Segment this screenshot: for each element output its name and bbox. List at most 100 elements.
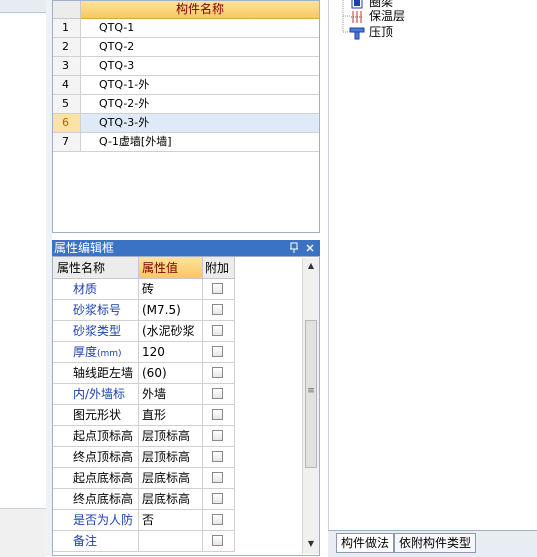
attach-checkbox[interactable] [212, 430, 223, 441]
component-name[interactable]: QTQ-3 [81, 57, 319, 76]
property-name-label: 起点顶标高 [73, 429, 134, 443]
property-name: 材质 [53, 279, 139, 300]
attach-checkbox[interactable] [212, 472, 223, 483]
property-name-header[interactable]: 属性名称 [53, 257, 139, 279]
component-name[interactable]: QTQ-2 [81, 38, 319, 57]
property-name-label: 砂浆标号 [73, 303, 122, 317]
component-row[interactable]: 1 QTQ-1 [53, 19, 319, 38]
tree-tab-bar: 构件做法 依附构件类型 [328, 530, 537, 557]
scroll-down-icon[interactable]: ▼ [303, 536, 319, 552]
attach-checkbox[interactable] [212, 388, 223, 399]
row-index: 4 [53, 76, 81, 95]
attach-checkbox[interactable] [212, 346, 223, 357]
left-panel-footer [0, 508, 46, 557]
close-icon[interactable] [304, 240, 316, 256]
property-row: 起点顶标高 层顶标高 [53, 426, 235, 447]
property-unit: (mm) [97, 349, 122, 359]
property-value[interactable]: 砖 [139, 279, 203, 300]
property-name: 终点底标高 [53, 489, 139, 510]
component-name[interactable]: Q-1虚墙[外墙] [81, 133, 319, 152]
property-name-label: 是否为人防 [73, 513, 134, 527]
component-name-column-header[interactable]: 构件名称 [81, 1, 319, 19]
property-name: 备注 [53, 531, 139, 552]
property-row: 备注 [53, 531, 235, 552]
component-list: 构件名称 1 QTQ-1 2 QTQ-2 3 QTQ-3 4 QTQ-1-外 5 QTQ-2-外 6… [52, 0, 320, 233]
property-value[interactable] [139, 531, 203, 552]
tab-component-method[interactable]: 构件做法 [336, 533, 395, 553]
property-name-label: 轴线距左墙 [73, 366, 134, 380]
tree-item-coping[interactable]: 压顶 [349, 24, 393, 40]
row-index: 3 [53, 57, 81, 76]
coping-icon [349, 26, 365, 40]
property-editor: 属性名称 属性值 附加 材质 砖砂浆标号 (M7.5) 砂浆类型 (水泥砂浆 厚度(mm)… [52, 256, 320, 556]
property-name: 砂浆标号 [53, 300, 139, 321]
property-extra-cell [203, 321, 235, 342]
property-value[interactable]: 120 [139, 342, 203, 363]
property-name-label: 材质 [73, 282, 98, 296]
property-value[interactable]: 层底标高 [139, 468, 203, 489]
property-value[interactable]: 否 [139, 510, 203, 531]
component-row[interactable]: 3 QTQ-3 [53, 57, 319, 76]
component-list-header: 构件名称 [53, 1, 319, 19]
property-name: 起点底标高 [53, 468, 139, 489]
attach-checkbox[interactable] [212, 283, 223, 294]
property-name-label: 起点底标高 [73, 471, 134, 485]
insulation-icon [349, 10, 365, 24]
component-tree: 圈梁 保温层 压顶 [328, 0, 537, 530]
component-row[interactable]: 4 QTQ-1-外 [53, 76, 319, 95]
row-index: 1 [53, 19, 81, 38]
attach-checkbox[interactable] [212, 304, 223, 315]
property-table-header: 属性名称 属性值 附加 [53, 257, 305, 279]
tree-item-label: 压顶 [369, 25, 394, 39]
property-row: 砂浆标号 (M7.5) [53, 300, 235, 321]
property-extra-cell [203, 531, 235, 552]
attach-checkbox[interactable] [212, 535, 223, 546]
property-value[interactable]: 外墙 [139, 384, 203, 405]
property-extra-cell [203, 426, 235, 447]
pin-icon[interactable] [288, 240, 300, 256]
property-name: 图元形状 [53, 405, 139, 426]
property-value[interactable]: (M7.5) [139, 300, 203, 321]
attach-checkbox[interactable] [212, 409, 223, 420]
left-panel [0, 0, 47, 556]
component-name[interactable]: QTQ-1 [81, 19, 319, 38]
component-name[interactable]: QTQ-3-外 [81, 114, 319, 133]
attach-checkbox[interactable] [212, 367, 223, 378]
component-name[interactable]: QTQ-1-外 [81, 76, 319, 95]
property-extra-cell [203, 300, 235, 321]
property-value[interactable]: (水泥砂浆 [139, 321, 203, 342]
property-value[interactable]: 层顶标高 [139, 426, 203, 447]
row-index: 6 [53, 114, 81, 133]
component-row[interactable]: 5 QTQ-2-外 [53, 95, 319, 114]
component-row[interactable]: 6 QTQ-3-外 [53, 114, 319, 133]
component-row[interactable]: 2 QTQ-2 [53, 38, 319, 57]
property-extra-header[interactable]: 附加 [203, 257, 235, 279]
property-value[interactable]: (60) [139, 363, 203, 384]
attach-checkbox[interactable] [212, 514, 223, 525]
property-value-header[interactable]: 属性值 [139, 257, 203, 279]
property-name-label: 终点顶标高 [73, 450, 134, 464]
scroll-thumb[interactable]: ≡ [305, 320, 317, 468]
scroll-up-icon[interactable]: ▲ [303, 258, 319, 274]
property-value[interactable]: 层顶标高 [139, 447, 203, 468]
property-name: 砂浆类型 [53, 321, 139, 342]
tab-attached-component-type[interactable]: 依附构件类型 [394, 533, 477, 553]
property-name-label: 图元形状 [73, 408, 122, 422]
row-index: 2 [53, 38, 81, 57]
property-extra-cell [203, 510, 235, 531]
property-name: 内/外墙标 [53, 384, 139, 405]
property-row: 是否为人防否 [53, 510, 235, 531]
component-name[interactable]: QTQ-2-外 [81, 95, 319, 114]
property-row: 终点顶标高 层顶标高 [53, 447, 235, 468]
tree-item-insulation[interactable]: 保温层 [349, 8, 405, 24]
attach-checkbox[interactable] [212, 493, 223, 504]
property-scrollbar[interactable]: ▲ ≡ ▼ [302, 258, 319, 554]
attach-checkbox[interactable] [212, 451, 223, 462]
component-row[interactable]: 7 Q-1虚墙[外墙] [53, 133, 319, 152]
attach-checkbox[interactable] [212, 325, 223, 336]
property-value[interactable]: 层底标高 [139, 489, 203, 510]
property-value[interactable]: 直形 [139, 405, 203, 426]
property-editor-title: 属性编辑框 [54, 241, 115, 255]
property-name: 轴线距左墙 [53, 363, 139, 384]
row-index: 7 [53, 133, 81, 152]
